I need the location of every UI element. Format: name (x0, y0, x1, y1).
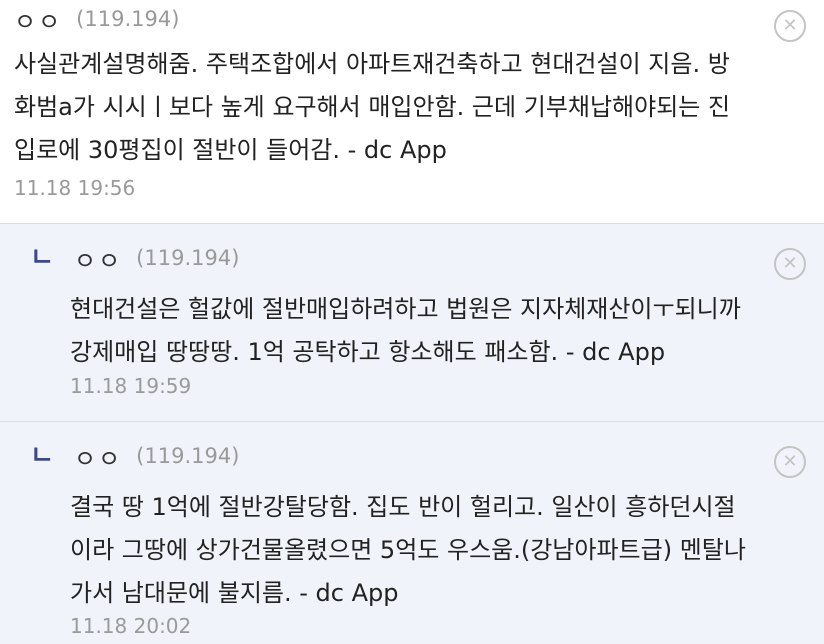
comment-line: 사실관계설명해줌. 주택조합에서 아파트재건축하고 현대건설이 지음. 방 (14, 50, 730, 78)
comment-header: ㅇㅇ (119.194) (14, 2, 179, 36)
comment-item: ㅇㅇ (119.194) ✕ 사실관계설명해줌. 주택조합에서 아파트재건축하고… (0, 0, 824, 224)
comment-line: 입로에 30평집이 절반이 들어감. - dc App (14, 136, 447, 164)
close-icon: ✕ (782, 451, 798, 472)
reply-ip: (119.194) (136, 444, 240, 468)
reply-line: 강제매입 땅땅땅. 1억 공탁하고 항소해도 패소함. - dc App (70, 338, 666, 366)
reply-arrow-icon: ㄴ (30, 441, 54, 471)
reply-date: 11.18 19:59 (70, 374, 192, 398)
reply-date: 11.18 20:02 (70, 614, 192, 638)
reply-item: ㄴ ㅇㅇ (119.194) ✕ 현대건설은 헐값에 절반매입하려하고 법원은 … (0, 224, 824, 422)
reply-arrow-icon: ㄴ (30, 243, 54, 273)
reply-body: 결국 땅 1억에 절반강탈당함. 집도 반이 헐리고. 일산이 흥하던시절 이라… (70, 486, 815, 615)
comment-author[interactable]: ㅇㅇ (14, 2, 62, 37)
close-icon: ✕ (782, 253, 798, 274)
reply-line: 이라 그땅에 상가건물올렸으면 5억도 우스움.(강남아파트급) 멘탈나 (70, 536, 746, 564)
reply-header: ㄴ ㅇㅇ (119.194) (30, 439, 239, 473)
comment-date: 11.18 19:56 (14, 176, 136, 200)
reply-header: ㄴ ㅇㅇ (119.194) (30, 241, 239, 275)
reply-item: ㄴ ㅇㅇ (119.194) ✕ 결국 땅 1억에 절반강탈당함. 집도 반이 … (0, 422, 824, 644)
comment-ip: (119.194) (76, 7, 180, 31)
delete-reply-button[interactable]: ✕ (774, 248, 806, 280)
reply-line: 결국 땅 1억에 절반강탈당함. 집도 반이 헐리고. 일산이 흥하던시절 (70, 493, 736, 521)
reply-ip: (119.194) (136, 246, 240, 270)
comment-line: 화범a가 시시ㅣ보다 높게 요구해서 매입안함. 근데 기부채납해야되는 진 (14, 93, 731, 121)
reply-author[interactable]: ㅇㅇ (74, 439, 122, 474)
reply-body: 현대건설은 헐값에 절반매입하려하고 법원은 지자체재산이ㅜ되니까 강제매입 땅… (70, 288, 815, 374)
reply-line: 가서 남대문에 불지름. - dc App (70, 579, 399, 607)
reply-author[interactable]: ㅇㅇ (74, 241, 122, 276)
delete-reply-button[interactable]: ✕ (774, 446, 806, 478)
close-icon: ✕ (782, 15, 798, 36)
reply-line: 현대건설은 헐값에 절반매입하려하고 법원은 지자체재산이ㅜ되니까 (70, 295, 741, 323)
delete-comment-button[interactable]: ✕ (774, 10, 806, 42)
comment-body: 사실관계설명해줌. 주택조합에서 아파트재건축하고 현대건설이 지음. 방 화범… (14, 43, 814, 172)
